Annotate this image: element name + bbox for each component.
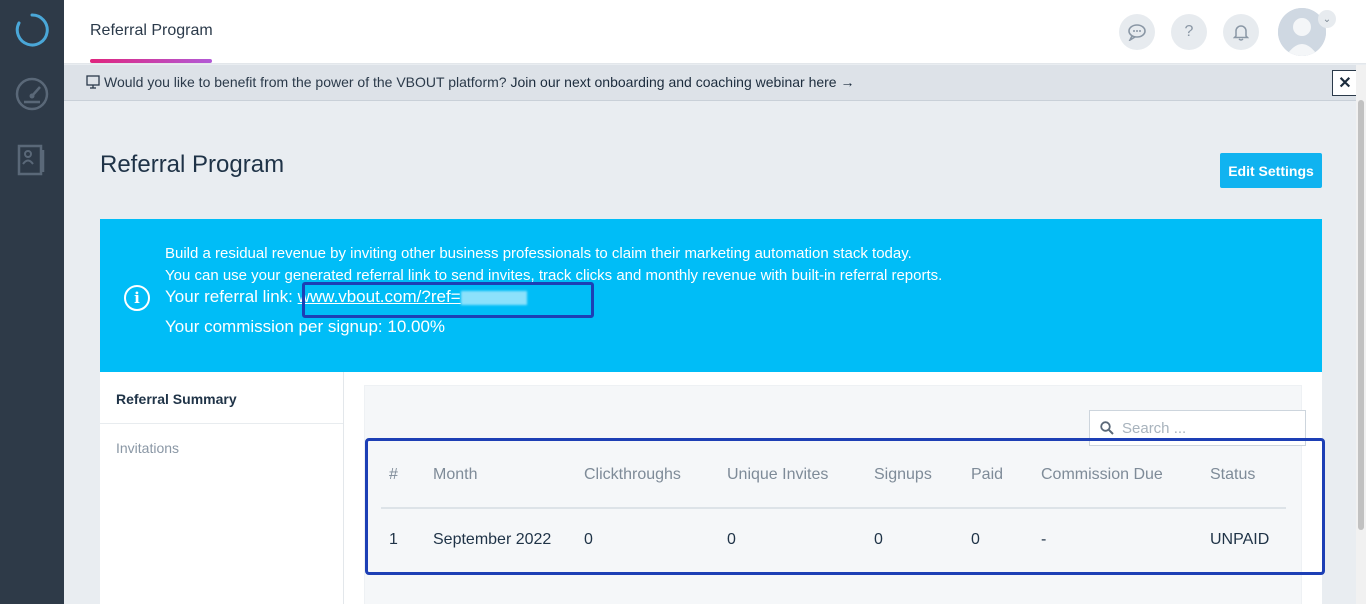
- search-placeholder: Search ...: [1122, 419, 1187, 437]
- dashboard-gauge-icon[interactable]: [14, 76, 50, 112]
- chat-button[interactable]: [1119, 14, 1155, 50]
- referral-link-highlight-box: [302, 282, 594, 318]
- tab-invitations[interactable]: Invitations: [100, 424, 343, 476]
- info-icon: i: [124, 285, 150, 311]
- help-button[interactable]: ?: [1171, 14, 1207, 50]
- tab-referral-program[interactable]: Referral Program: [90, 0, 213, 64]
- page-title: Referral Program: [100, 151, 285, 178]
- left-sidebar: [0, 0, 64, 604]
- notifications-button[interactable]: [1223, 14, 1259, 50]
- search-icon: [1100, 421, 1114, 435]
- table-highlight-box: [365, 438, 1325, 575]
- chat-icon: [1128, 24, 1146, 41]
- commission-text: Your commission per signup: 10.00%: [165, 317, 446, 336]
- close-announcement-button[interactable]: ✕: [1332, 70, 1358, 96]
- contacts-doc-icon[interactable]: [14, 140, 50, 176]
- scrollbar-thumb[interactable]: [1358, 100, 1364, 530]
- tab-referral-summary[interactable]: Referral Summary: [100, 372, 343, 424]
- page-scrollbar[interactable]: [1356, 65, 1366, 604]
- top-header: Referral Program ? ⌄: [64, 0, 1366, 64]
- monitor-icon: [86, 75, 100, 89]
- bell-icon: [1233, 25, 1249, 41]
- edit-settings-button[interactable]: Edit Settings: [1220, 153, 1322, 188]
- announcement-text: Would you like to benefit from the power…: [104, 74, 854, 90]
- announcement-message: Would you like to benefit from the power…: [104, 74, 507, 90]
- chevron-down-icon[interactable]: ⌄: [1318, 10, 1336, 28]
- referral-info-banner: i Build a residual revenue by inviting o…: [100, 219, 1322, 372]
- announcement-bar: Would you like to benefit from the power…: [64, 65, 1356, 101]
- referral-side-tabs: Referral Summary Invitations: [100, 372, 344, 604]
- webinar-link[interactable]: Join our next onboarding and coaching we…: [510, 74, 854, 90]
- referral-link-label: Your referral link:: [165, 287, 293, 306]
- close-icon: ✕: [1338, 75, 1352, 92]
- spinner-logo-icon[interactable]: [14, 12, 50, 48]
- help-icon: ?: [1184, 23, 1194, 40]
- banner-line-1: Build a residual revenue by inviting oth…: [165, 245, 912, 262]
- active-tab-indicator: [90, 59, 212, 63]
